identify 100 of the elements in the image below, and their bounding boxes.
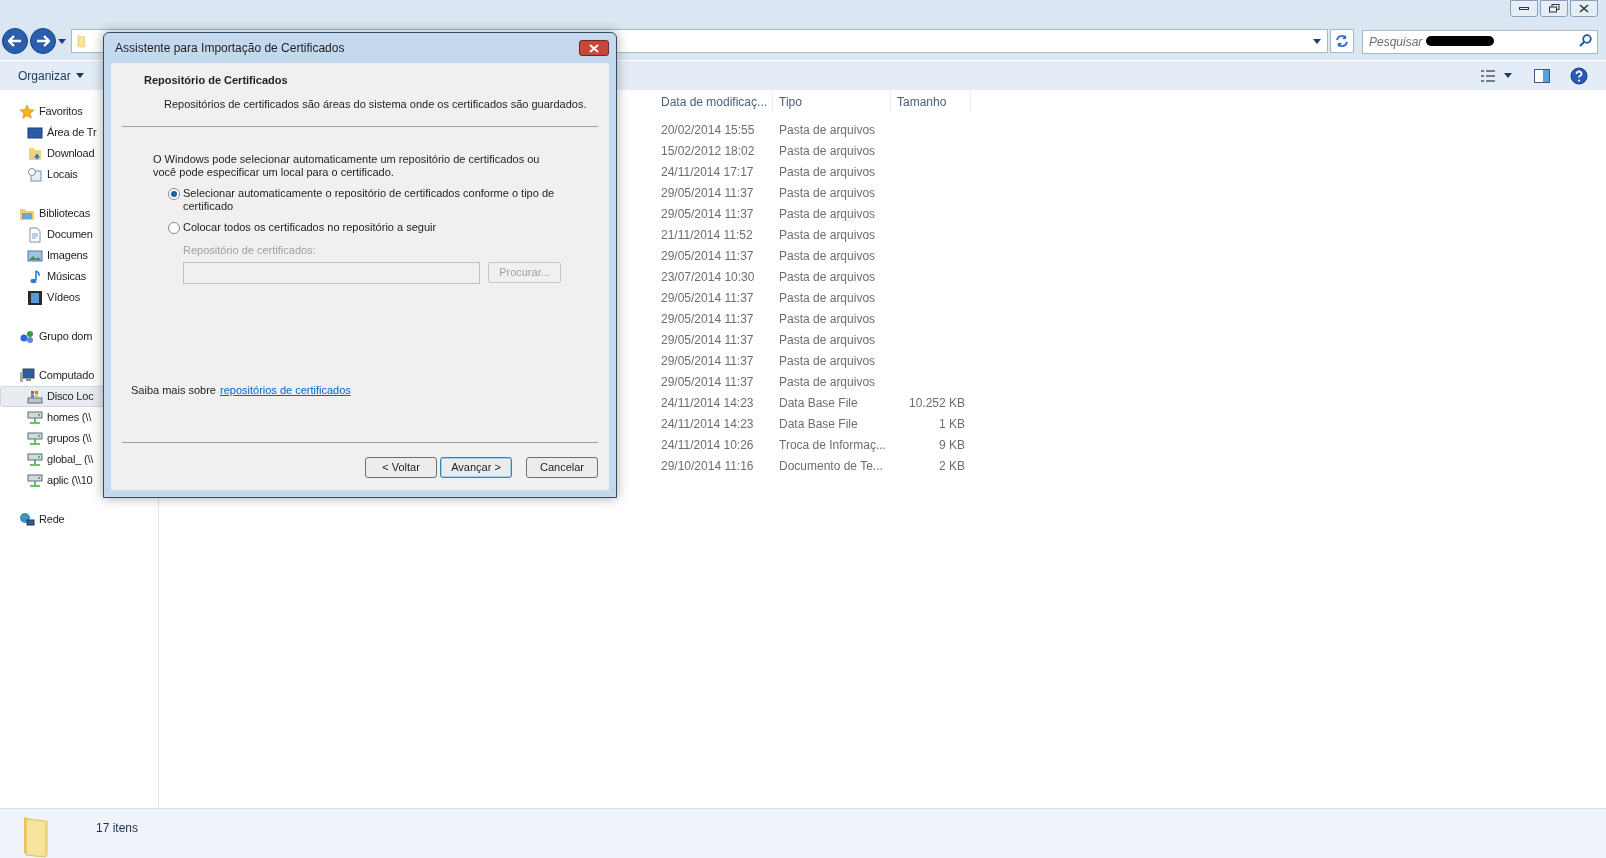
list-view-icon (1480, 69, 1496, 82)
sidebar-item[interactable]: Favoritos (0, 101, 158, 122)
intro-text: O Windows pode selecionar automaticamente um repositório de certificados ou você pode especificar um local para o certificado. (153, 153, 541, 179)
close-icon (1579, 4, 1589, 13)
radio-button[interactable] (168, 222, 180, 234)
table-cell-text: 29/05/2014 11:37 (660, 205, 755, 223)
network-drive-icon (27, 409, 43, 426)
dialog-title: Assistente para Importação de Certificados (115, 40, 345, 57)
document-icon (27, 226, 43, 243)
sidebar-item[interactable]: Vídeos (0, 287, 158, 308)
dropdown-arrow-icon (1313, 38, 1321, 44)
arrow-left-icon (8, 35, 22, 47)
refresh-button[interactable] (1330, 29, 1354, 53)
radio-label[interactable]: Colocar todos os certificados no repositório a seguir (183, 221, 563, 234)
organize-menu[interactable]: Organizar (18, 66, 84, 85)
table-cell-text: Pasta de arquivos (778, 373, 877, 391)
table-cell-text: Troca de Informaç... (778, 436, 887, 454)
learn-more-link[interactable]: repositórios de certificados (220, 381, 351, 398)
sidebar-item[interactable]: grupos (\\ (0, 428, 158, 449)
network-drive-icon (27, 430, 43, 447)
network-drive-icon (27, 451, 43, 468)
column-header[interactable]: Tamanho (891, 91, 971, 113)
table-cell-text: 29/05/2014 11:37 (660, 289, 755, 307)
sidebar-item[interactable]: Bibliotecas (0, 203, 158, 224)
table-cell-text: 24/11/2014 10:26 (660, 436, 755, 454)
caret-icon (1504, 73, 1512, 78)
sidebar-item[interactable]: aplic (\\10 (0, 470, 158, 491)
monitor-icon (27, 124, 43, 141)
table-cell-text: 24/11/2014 14:23 (660, 394, 755, 412)
help-icon (1570, 66, 1588, 85)
search-icon (1579, 34, 1592, 47)
table-cell-text: 15/02/2012 18:02 (660, 142, 756, 160)
sidebar-item[interactable]: Imagens (0, 245, 158, 266)
table-cell-text: Pasta de arquivos (778, 205, 877, 223)
close-button[interactable] (1570, 0, 1598, 17)
redaction-bar (1426, 36, 1494, 46)
restore-icon (1548, 4, 1560, 13)
dropdown-arrow-icon (58, 38, 66, 44)
sidebar-item[interactable]: Grupo dom (0, 326, 158, 347)
dialog-button[interactable]: Avançar > (440, 457, 512, 478)
close-button[interactable] (579, 40, 609, 56)
item-count: 17 itens (96, 820, 139, 837)
close-icon (589, 43, 599, 53)
table-cell-text: 24/11/2014 14:23 (660, 415, 755, 433)
field-label: Repositório de certificados: (183, 243, 317, 258)
picture-frame-icon (27, 247, 43, 264)
table-cell-text: Pasta de arquivos (778, 184, 877, 202)
preview-pane-button[interactable] (1534, 68, 1550, 83)
table-cell-text: 1 KB (938, 415, 966, 433)
star-icon (19, 103, 35, 120)
forward-button[interactable] (30, 28, 56, 54)
clock-document-icon (27, 166, 43, 183)
table-cell-text: Pasta de arquivos (778, 121, 877, 139)
table-cell-text: Pasta de arquivos (778, 268, 877, 286)
view-options-button[interactable] (1480, 69, 1512, 82)
section-description: Repositórios de certificados são áreas do sistema onde os certificados são guardados. (164, 96, 587, 111)
table-cell-text: 23/07/2014 10:30 (660, 268, 756, 286)
section-heading: Repositório de Certificados (144, 73, 289, 88)
minimize-button[interactable] (1510, 0, 1538, 17)
table-cell-text: 29/05/2014 11:37 (660, 247, 755, 265)
globe-monitor-icon (19, 511, 35, 528)
restore-button[interactable] (1540, 0, 1568, 17)
film-icon (27, 289, 43, 306)
column-header[interactable]: Data de modificaç... (655, 91, 773, 113)
dialog-button[interactable]: < Voltar (365, 457, 437, 478)
table-cell-text: 9 KB (938, 436, 966, 454)
table-cell-text: 24/11/2014 17:17 (660, 163, 755, 181)
table-cell-text: 20/02/2014 15:55 (660, 121, 756, 139)
table-cell-text: 2 KB (938, 457, 966, 475)
folder-arrow-icon (27, 145, 43, 162)
sidebar-item[interactable]: Documen (0, 224, 158, 245)
table-cell-text: Data Base File (778, 394, 859, 412)
preview-pane-icon (1534, 68, 1550, 83)
table-cell-text: Data Base File (778, 415, 859, 433)
sidebar-item[interactable]: homes (\\ (0, 407, 158, 428)
table-cell-text: 29/05/2014 11:37 (660, 373, 755, 391)
network-drive-icon (27, 472, 43, 489)
sidebar-item[interactable]: Músicas (0, 266, 158, 287)
sidebar-item[interactable]: global_ (\\ (0, 449, 158, 470)
table-cell-text: 29/05/2014 11:37 (660, 184, 755, 202)
caret-icon (75, 73, 84, 78)
help-button[interactable] (1570, 66, 1588, 85)
radio-label[interactable]: Selecionar automaticamente o repositório de certificados conforme o tipo de certificado (183, 187, 563, 213)
sidebar-item[interactable]: Área de Tr (0, 122, 158, 143)
table-cell-text: 29/05/2014 11:37 (660, 352, 755, 370)
computer-icon (19, 367, 35, 384)
table-cell-text: Pasta de arquivos (778, 331, 877, 349)
table-cell-text: Pasta de arquivos (778, 247, 877, 265)
refresh-icon (1335, 34, 1349, 48)
arrow-right-icon (36, 35, 50, 47)
dialog-button[interactable]: Cancelar (526, 457, 598, 478)
table-cell-text: 29/10/2014 11:16 (660, 457, 755, 475)
sidebar-item[interactable]: Rede (0, 509, 158, 530)
back-button[interactable] (2, 28, 28, 54)
table-cell-text: Pasta de arquivos (778, 226, 877, 244)
table-cell-text: 29/05/2014 11:37 (660, 331, 755, 349)
column-header[interactable]: Tipo (773, 91, 891, 113)
radio-button[interactable] (168, 188, 180, 200)
table-cell-text: Pasta de arquivos (778, 163, 877, 181)
table-cell-text: 21/11/2014 11:52 (660, 226, 754, 244)
